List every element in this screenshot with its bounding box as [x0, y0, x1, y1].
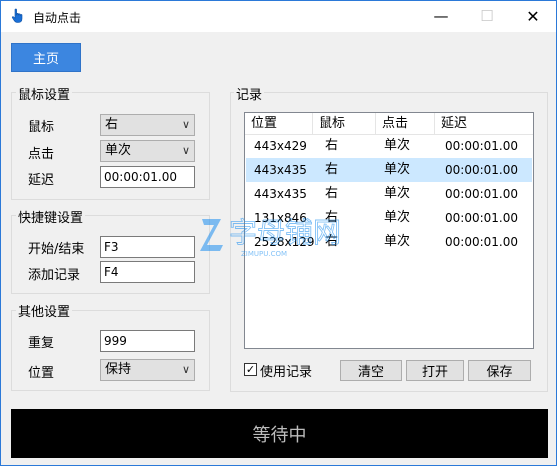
table-cell: 单次: [384, 162, 411, 177]
table-cell: 00:00:01.00: [445, 235, 518, 249]
chevron-down-icon: ∨: [181, 363, 190, 376]
position-select[interactable]: 保持 ∨: [100, 359, 195, 381]
table-row[interactable]: 443x435 右 单次 00:00:01.00: [246, 182, 532, 206]
table-cell: 443x435: [254, 163, 307, 177]
table-cell: 443x435: [254, 187, 307, 201]
title-bar: 自动点击 — ☐ ✕: [1, 1, 556, 32]
table-cell: 单次: [384, 210, 411, 225]
use-records-checkbox[interactable]: ✓: [244, 363, 257, 376]
table-cell: 00:00:01.00: [445, 139, 518, 153]
table-cell: 00:00:01.00: [445, 163, 518, 177]
checkmark-icon: ✓: [245, 363, 256, 376]
delay-label: 延迟: [28, 173, 55, 188]
add-record-hotkey-field[interactable]: F4: [100, 261, 195, 283]
column-header-click[interactable]: 点击: [376, 113, 435, 135]
table-cell: 右: [325, 186, 339, 201]
table-cell: 443x429: [254, 139, 307, 153]
close-icon: ✕: [526, 6, 540, 26]
table-row[interactable]: 443x435 右 单次 00:00:01.00: [246, 158, 532, 182]
start-stop-label: 开始/结束: [28, 242, 85, 257]
hotkey-settings-title: 快捷键设置: [16, 207, 86, 226]
close-button[interactable]: ✕: [510, 1, 556, 31]
add-record-label: 添加记录: [28, 268, 81, 283]
column-header-delay[interactable]: 延迟: [435, 113, 533, 135]
table-cell: 单次: [384, 186, 411, 201]
column-header-mouse[interactable]: 鼠标: [313, 113, 376, 135]
position-select-value: 保持: [105, 362, 132, 377]
repeat-label: 重复: [28, 336, 55, 351]
click-label: 点击: [28, 147, 55, 162]
clear-button[interactable]: 清空: [340, 360, 402, 381]
position-label: 位置: [28, 366, 55, 381]
table-cell: 131x846: [254, 211, 307, 225]
hand-pointer-icon: [11, 8, 23, 23]
delay-field[interactable]: 00:00:01.00: [100, 166, 195, 188]
table-cell: 右: [325, 210, 339, 225]
column-header-position[interactable]: 位置: [245, 113, 313, 135]
records-list[interactable]: 位置 鼠标 点击 延迟 443x429 右 单次 00:00:01.00 443…: [244, 112, 534, 349]
table-cell: 单次: [384, 138, 411, 153]
table-row[interactable]: 131x846 右 单次 00:00:01.00: [246, 206, 532, 230]
mouse-label: 鼠标: [28, 120, 55, 135]
maximize-icon: ☐: [480, 7, 494, 25]
table-cell: 单次: [384, 234, 411, 249]
start-stop-hotkey-field[interactable]: F3: [100, 236, 195, 258]
mouse-settings-title: 鼠标设置: [16, 84, 73, 103]
other-settings-title: 其他设置: [16, 301, 73, 320]
chevron-down-icon: ∨: [181, 144, 190, 157]
open-button[interactable]: 打开: [406, 360, 464, 381]
minimize-icon: —: [433, 7, 449, 25]
mouse-select[interactable]: 右 ∨: [100, 114, 195, 136]
window-title: 自动点击: [33, 11, 82, 25]
app-window: 自动点击 — ☐ ✕ 主页 鼠标设置 鼠标 右 ∨ 点击 单次 ∨ 延迟 00:…: [0, 0, 557, 466]
table-cell: 右: [325, 234, 339, 249]
maximize-button[interactable]: ☐: [464, 1, 510, 31]
click-select[interactable]: 单次 ∨: [100, 140, 195, 162]
table-cell: 2528x129: [254, 235, 315, 249]
mouse-select-value: 右: [105, 117, 119, 132]
chevron-down-icon: ∨: [181, 118, 190, 131]
table-row[interactable]: 2528x129 右 单次 00:00:01.00: [246, 230, 532, 254]
records-title: 记录: [234, 84, 265, 103]
save-button[interactable]: 保存: [468, 360, 531, 381]
use-records-label[interactable]: 使用记录: [260, 361, 312, 380]
table-cell: 右: [325, 162, 339, 177]
home-button[interactable]: 主页: [11, 43, 81, 72]
click-select-value: 单次: [105, 143, 132, 158]
repeat-field[interactable]: 999: [100, 330, 195, 352]
records-list-header: 位置 鼠标 点击 延迟: [245, 113, 533, 135]
table-row[interactable]: 443x429 右 单次 00:00:01.00: [246, 134, 532, 158]
table-cell: 右: [325, 138, 339, 153]
table-cell: 00:00:01.00: [445, 187, 518, 201]
minimize-button[interactable]: —: [418, 1, 464, 31]
status-display: 等待中: [11, 409, 548, 458]
table-cell: 00:00:01.00: [445, 211, 518, 225]
